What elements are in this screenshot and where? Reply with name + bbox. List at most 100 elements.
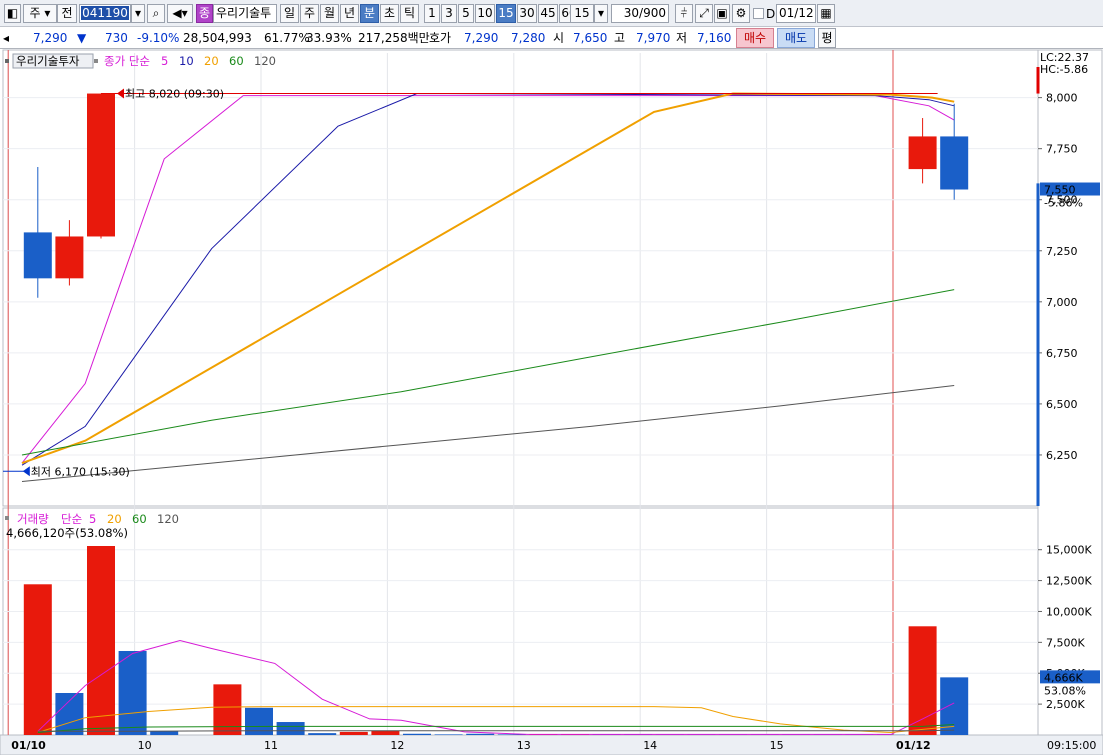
legend-marker-icon <box>5 59 9 63</box>
price-tick-label: 6,250 <box>1046 449 1078 462</box>
candle-body <box>940 136 969 190</box>
sell-button[interactable]: 매도 <box>777 28 815 48</box>
prev-button[interactable]: 전 <box>57 4 77 23</box>
date-field[interactable]: 01/12 <box>776 4 816 23</box>
volume-tick-label: 10,000K <box>1046 605 1092 618</box>
period-tab-4[interactable]: 분 <box>360 4 379 23</box>
volume-bar <box>940 677 969 735</box>
volume-bar <box>434 734 463 735</box>
legend-marker-icon <box>5 516 9 520</box>
code-dropdown-icon[interactable]: ▾ <box>131 4 145 23</box>
layout-icon[interactable]: ◧ <box>4 4 21 23</box>
volume-panel-frame <box>2 507 1039 736</box>
stock-code-input[interactable]: 041190 <box>79 4 131 23</box>
x-tick-label: 14 <box>643 739 657 752</box>
period-tab-5[interactable]: 초 <box>380 4 399 23</box>
volume-tick-label: 15,000K <box>1046 544 1092 557</box>
low-annotation: 최저 6,170 (15:30) <box>31 465 130 478</box>
price-tick-label: 7,750 <box>1046 143 1078 156</box>
period-tab-3[interactable]: 년 <box>340 4 359 23</box>
collapse-icon[interactable]: ◂ <box>3 29 9 47</box>
interval-button-10[interactable]: 10 <box>475 4 495 23</box>
price-ma-legend-10: 10 <box>179 54 194 68</box>
buy-button[interactable]: 매수 <box>736 28 774 48</box>
interval-button-1[interactable]: 1 <box>424 4 440 23</box>
volume-bar <box>403 733 431 735</box>
hc-label: HC:-5.86 <box>1040 63 1088 76</box>
period-tab-0[interactable]: 일 <box>280 4 299 23</box>
avg-button[interactable]: 평 <box>818 28 836 48</box>
volume: 28,504,993 <box>183 31 252 45</box>
interval-select-value: 15 <box>574 6 590 20</box>
interval-button-15[interactable]: 15 <box>496 4 516 23</box>
stock-code-value: 041190 <box>81 6 129 20</box>
count-field[interactable]: 30/900 <box>611 4 669 23</box>
x-tick-label: 11 <box>264 739 278 752</box>
current-volume-label: 4,666K <box>1044 671 1083 684</box>
chart-area[interactable]: 01/10 10 11 12 13 14 15 01/12 09:15:00 8,000 7,750… <box>0 49 1103 755</box>
open-price: 7,650 <box>573 31 608 45</box>
interval-select[interactable]: 15 <box>570 4 594 23</box>
period-select[interactable]: 주 ▾ <box>23 4 57 23</box>
x-axis-frame <box>0 734 1103 755</box>
volume-tick-label: 7,500K <box>1046 636 1085 649</box>
volume-ratio: 61.77% <box>264 31 310 45</box>
price-ma-legend-120: 120 <box>254 54 276 68</box>
candle-body <box>55 236 84 279</box>
volume-bar <box>23 584 52 735</box>
low-label: 저 <box>676 31 688 45</box>
d-checkbox[interactable] <box>753 8 764 19</box>
price-tick-label: 6,750 <box>1046 347 1078 360</box>
calendar-icon[interactable]: ▦ <box>817 4 835 23</box>
candle-icon[interactable]: ⫩ <box>675 4 693 23</box>
volume-bar <box>150 731 179 735</box>
chart-svg[interactable]: 01/10 10 11 12 13 14 15 01/12 09:15:00 8,000 7,750… <box>0 49 1103 755</box>
interval-button-45[interactable]: 45 <box>538 4 558 23</box>
x-tick-label: 01/10 <box>11 739 46 752</box>
high-price: 7,970 <box>636 31 671 45</box>
toolbar: ◧ 주 ▾ 전 041190 ▾ ⌕ ◀▾ 종 우리기술투 일주월년분초틱 13… <box>0 0 1103 27</box>
volume-legend-name: 거래량 <box>17 512 49 526</box>
ask-price: 7,290 <box>464 31 499 45</box>
x-tick-label: 13 <box>517 739 531 752</box>
price-ma-legend-5: 5 <box>161 54 168 68</box>
legend-marker-icon <box>94 59 98 63</box>
current-price-pct: -5.86% <box>1044 197 1083 210</box>
bid-price: 7,280 <box>511 31 546 45</box>
volume-bar <box>87 546 115 735</box>
sound-icon[interactable]: ◀▾ <box>167 4 193 23</box>
price-panel-frame <box>2 49 1039 507</box>
volume-bar <box>276 722 305 735</box>
count-value: 30 <box>623 6 640 20</box>
change-percent: -9.10% <box>137 31 180 45</box>
volume-ma-legend-20: 20 <box>107 512 122 526</box>
period-tab-2[interactable]: 월 <box>320 4 339 23</box>
volume-tick-label: 2,500K <box>1046 698 1085 711</box>
zoom-out-icon[interactable]: ⤢ <box>695 4 713 23</box>
save-icon[interactable]: ▣ <box>714 4 730 23</box>
period-tab-1[interactable]: 주 <box>300 4 319 23</box>
low-price: 7,160 <box>697 31 732 45</box>
interval-button-5[interactable]: 5 <box>458 4 474 23</box>
interval-button-3[interactable]: 3 <box>441 4 457 23</box>
high-label: 고 <box>614 31 626 45</box>
change-direction: ▼ <box>77 31 87 45</box>
volume-bar <box>308 733 337 735</box>
price-tick-label: 8,000 <box>1046 92 1078 105</box>
high-annotation: 최고 8,020 (09:30) <box>125 88 224 101</box>
current-price: 7,290 <box>33 31 68 45</box>
volume-ma-label: 단순 <box>61 512 82 526</box>
period-tab-6[interactable]: 틱 <box>400 4 419 23</box>
price-ma-label: 종가 단순 <box>104 54 150 68</box>
interval-dropdown-icon[interactable]: ▾ <box>594 4 608 23</box>
price-info-bar: ◂ 7,290 ▼ 730 -9.10% 28,504,993 61.77% 3… <box>0 27 1103 49</box>
change-amount: 730 <box>105 31 128 45</box>
gear-icon[interactable]: ⚙ <box>732 4 750 23</box>
quote-label: 호가 <box>429 31 452 45</box>
candle <box>87 93 115 239</box>
volume-summary: 4,666,120주(53.08%) <box>6 526 128 540</box>
search-icon[interactable]: ⌕ <box>147 4 165 23</box>
volume-bar <box>339 731 368 735</box>
current-price-label: 7,550 <box>1044 184 1076 197</box>
interval-button-30[interactable]: 30 <box>517 4 537 23</box>
